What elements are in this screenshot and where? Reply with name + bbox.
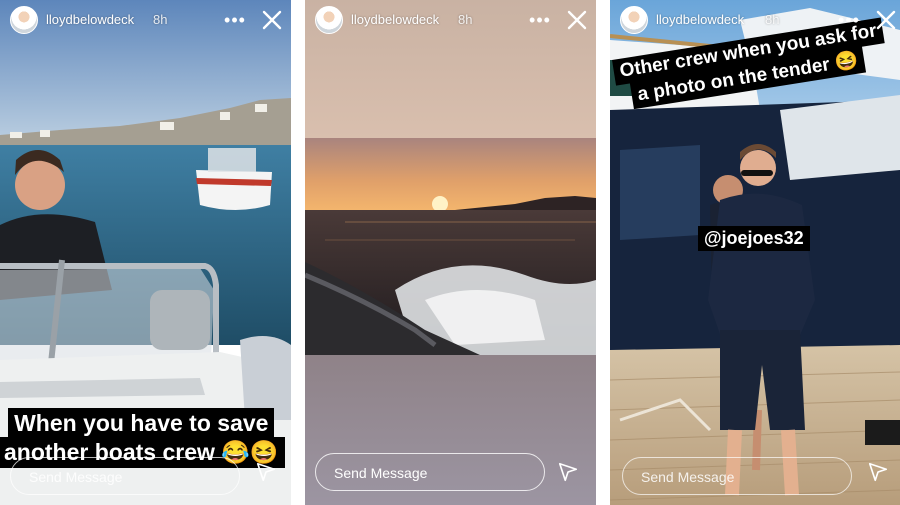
story-panel-3[interactable]: lloydbelowdeck 8h ••• Other crew when yo…: [610, 0, 900, 505]
sunset-photo: [305, 0, 596, 505]
more-horizontal-icon[interactable]: •••: [223, 6, 247, 34]
send-message-input[interactable]: Send Message: [10, 457, 240, 495]
story-panel-1[interactable]: lloydbelowdeck 8h ••• When you have to s…: [0, 0, 291, 505]
close-icon[interactable]: [260, 8, 284, 32]
send-direct-icon[interactable]: [557, 461, 579, 483]
more-horizontal-icon[interactable]: •••: [837, 6, 861, 34]
story-panel-2[interactable]: lloydbelowdeck 8h ••• Send Message: [305, 0, 596, 505]
username[interactable]: lloydbelowdeck: [351, 12, 439, 27]
send-message-placeholder: Send Message: [641, 469, 735, 485]
mention-tag[interactable]: @joejoes32: [698, 226, 810, 251]
avatar[interactable]: [10, 6, 38, 34]
post-time: 8h: [458, 12, 473, 27]
send-message-input[interactable]: Send Message: [622, 457, 852, 495]
username[interactable]: lloydbelowdeck: [656, 12, 744, 27]
post-time: 8h: [153, 12, 168, 27]
story-header: lloydbelowdeck 8h •••: [305, 0, 596, 40]
message-bar: Send Message: [610, 445, 900, 505]
send-direct-icon[interactable]: [255, 461, 277, 483]
username[interactable]: lloydbelowdeck: [46, 12, 134, 27]
story-header: lloydbelowdeck 8h •••: [610, 0, 900, 40]
mention-username[interactable]: @joejoes32: [698, 226, 810, 251]
caption-line-1: When you have to save: [8, 408, 275, 439]
story-header: lloydbelowdeck 8h •••: [0, 0, 291, 40]
avatar[interactable]: [315, 6, 343, 34]
close-icon[interactable]: [874, 8, 898, 32]
grinning-squint-emoji: 😆: [833, 49, 860, 75]
more-horizontal-icon[interactable]: •••: [528, 6, 552, 34]
send-message-placeholder: Send Message: [334, 465, 428, 481]
post-time: 8h: [765, 12, 780, 27]
message-bar: Send Message: [0, 445, 291, 505]
avatar[interactable]: [620, 6, 648, 34]
send-message-input[interactable]: Send Message: [315, 453, 545, 491]
close-icon[interactable]: [565, 8, 589, 32]
send-direct-icon[interactable]: [867, 461, 889, 483]
message-bar: Send Message: [305, 445, 596, 505]
send-message-placeholder: Send Message: [29, 469, 123, 485]
